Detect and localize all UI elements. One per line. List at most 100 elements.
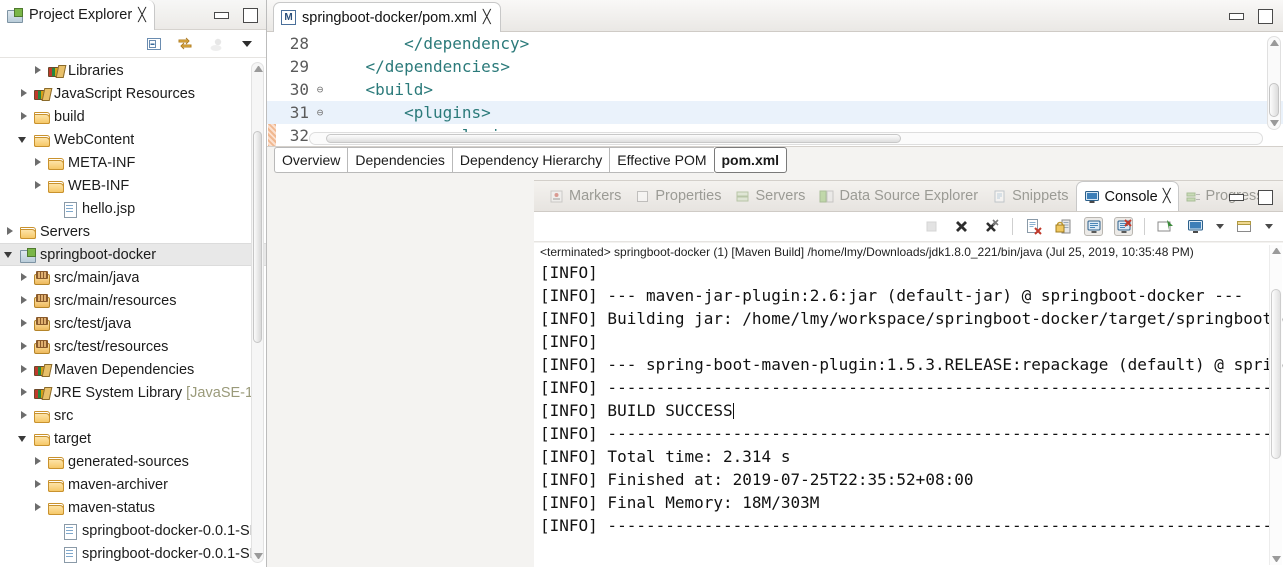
console-text[interactable]: [INFO] [INFO] --- maven-jar-plugin:2.6:j… [534,261,1283,537]
expand-arrow-icon[interactable] [32,479,43,490]
expand-arrow-icon[interactable] [18,341,29,352]
scroll-down-icon[interactable] [254,553,263,559]
tree-item[interactable]: META-INF [0,151,266,174]
tree-item[interactable]: JRE System Library [JavaSE-1.8] [0,381,266,404]
remove-all-terminated-icon[interactable] [982,217,1001,236]
tree-item[interactable]: src/test/resources [0,335,266,358]
tree-item[interactable]: target [0,427,266,450]
expand-arrow-icon[interactable] [18,364,29,375]
expand-arrow-icon[interactable] [18,88,29,99]
open-console-icon[interactable] [1235,217,1254,236]
collapse-arrow-icon[interactable] [4,249,15,260]
view-tab-data-source-explorer[interactable]: Data Source Explorer [812,181,985,211]
scroll-up-icon[interactable] [1272,248,1281,254]
code-line[interactable]: 31 ⊖ <plugins> [267,101,1283,124]
code-line[interactable]: 30 ⊖ <build> [267,78,1283,101]
close-icon[interactable]: ╳ [1163,189,1171,204]
form-tab-dependency-hierarchy[interactable]: Dependency Hierarchy [451,147,610,173]
tree-item[interactable]: maven-archiver [0,473,266,496]
collapse-arrow-icon[interactable] [18,134,29,145]
expand-arrow-icon[interactable] [4,226,15,237]
form-tab-overview[interactable]: Overview [274,147,348,173]
tree-item[interactable]: Maven Dependencies [0,358,266,381]
show-console-on-output-icon[interactable] [1084,217,1103,236]
form-tab-dependencies[interactable]: Dependencies [347,147,452,173]
editor-vertical-scrollbar[interactable] [1267,36,1281,130]
pin-console-icon[interactable] [1156,217,1175,236]
tree-item[interactable]: src [0,404,266,427]
scroll-lock-icon[interactable] [1054,217,1073,236]
show-console-on-error-icon[interactable] [1114,217,1133,236]
expand-arrow-icon[interactable] [18,318,29,329]
tree-item[interactable]: src/main/resources [0,289,266,312]
scrollbar-thumb[interactable] [1269,83,1279,117]
maximize-icon[interactable] [243,8,258,23]
scrollbar-thumb[interactable] [253,131,262,343]
view-menu-icon[interactable] [238,35,256,53]
tree-item[interactable]: src/main/java [0,266,266,289]
fold-toggle-icon[interactable]: ⊖ [313,83,327,96]
expand-arrow-icon[interactable] [32,180,43,191]
maximize-icon[interactable] [1258,190,1273,205]
view-tab-servers[interactable]: Servers [728,181,812,211]
tab-pom-xml[interactable]: M springboot-docker/pom.xml ╳ [273,2,501,32]
tree-item[interactable]: build [0,105,266,128]
expand-arrow-icon[interactable] [18,272,29,283]
focus-on-active-task-icon[interactable] [207,35,225,53]
remove-launch-icon[interactable] [952,217,971,236]
expand-arrow-icon[interactable] [18,111,29,122]
view-tab-console[interactable]: Console ╳ [1075,181,1179,211]
view-tab-snippets[interactable]: Snippets [985,181,1075,211]
tree-item[interactable]: springboot-docker-0.0.1-SNAP [0,519,266,542]
expand-arrow-icon[interactable] [32,65,43,76]
collapse-all-icon[interactable] [145,35,163,53]
form-tab-pom-xml[interactable]: pom.xml [713,147,788,173]
tree-item[interactable]: WebContent [0,128,266,151]
expand-arrow-icon[interactable] [18,410,29,421]
scrollbar-thumb[interactable] [1271,289,1281,459]
expand-arrow-icon[interactable] [18,295,29,306]
tree-item[interactable]: hello.jsp [0,197,266,220]
project-tree[interactable]: Libraries JavaScript Resources build WebCon… [0,59,266,567]
close-icon[interactable]: ╳ [138,8,146,23]
console-vertical-scrollbar[interactable] [1269,245,1282,565]
code-line[interactable]: 28 </dependency> [267,32,1283,55]
code-line[interactable]: 29 </dependencies> [267,55,1283,78]
minimize-icon[interactable] [1229,190,1244,203]
link-with-editor-icon[interactable] [176,35,194,53]
display-selected-console-icon[interactable] [1186,217,1205,236]
minimize-icon[interactable] [214,8,229,21]
tree-item[interactable]: WEB-INF [0,174,266,197]
form-tab-effective-pom[interactable]: Effective POM [609,147,714,173]
editor-lines[interactable]: 28 </dependency> 29 </dependencies> 30 ⊖ <b… [267,32,1283,146]
console-output[interactable]: <terminated> springboot-docker (1) [Mave… [534,243,1283,567]
tree-item[interactable]: generated-sources [0,450,266,473]
scrollbar-thumb[interactable] [326,134,901,143]
xml-source-editor[interactable]: 28 </dependency> 29 </dependencies> 30 ⊖ <b… [267,32,1283,147]
fold-toggle-icon[interactable]: ⊖ [313,106,327,119]
chevron-down-icon[interactable] [1265,224,1273,229]
maximize-icon[interactable] [1258,9,1273,24]
minimize-icon[interactable] [1229,9,1244,22]
scroll-up-icon[interactable] [254,66,263,72]
tree-item[interactable]: springboot-docker-0.0.1-SNAP [0,542,266,565]
tree-item[interactable]: Servers [0,220,266,243]
expand-arrow-icon[interactable] [32,502,43,513]
pom-editor-form-tabs[interactable]: Overview Dependencies Dependency Hierarchy… [267,147,1283,173]
tree-item[interactable]: JavaScript Resources [0,82,266,105]
editor-horizontal-scrollbar[interactable] [309,132,1263,145]
close-icon[interactable]: ╳ [483,10,491,25]
scroll-down-icon[interactable] [1270,120,1279,126]
collapse-arrow-icon[interactable] [18,433,29,444]
tree-item[interactable]: maven-status [0,496,266,519]
tree-item[interactable]: springboot-docker [0,243,266,266]
tree-item[interactable]: src/test/java [0,312,266,335]
bottom-view-tab-row[interactable]: Markers Properties Servers Data Source Expl… [534,180,1283,212]
view-tab-markers[interactable]: Markers [542,181,628,211]
tree-item[interactable]: Libraries [0,59,266,82]
view-tab-properties[interactable]: Properties [628,181,728,211]
project-explorer-scrollbar[interactable] [251,62,264,563]
scroll-down-icon[interactable] [1272,556,1281,562]
clear-console-icon[interactable] [1024,217,1043,236]
chevron-down-icon[interactable] [1216,224,1224,229]
